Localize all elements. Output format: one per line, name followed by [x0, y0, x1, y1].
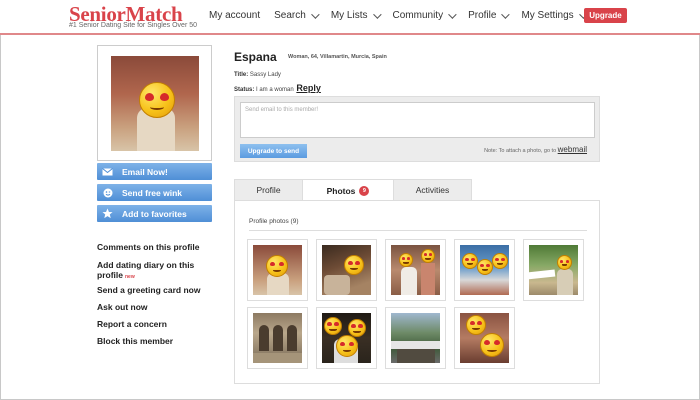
nav-label: My Settings — [521, 10, 574, 21]
button-label: Send free wink — [122, 187, 182, 198]
photo-thumbnail[interactable] — [523, 239, 584, 301]
star-icon — [101, 207, 114, 220]
chevron-down-icon — [501, 9, 511, 19]
chevron-down-icon — [310, 9, 320, 19]
profile-photo[interactable] — [111, 56, 199, 151]
email-message-input[interactable] — [240, 102, 595, 138]
heart-eyes-emoji-icon — [348, 319, 366, 337]
greeting-card-link[interactable]: Send a greeting card now — [97, 285, 200, 295]
nav-label: My account — [209, 10, 261, 21]
note-text: Note: To attach a photo, go to — [484, 148, 557, 154]
new-badge: new — [124, 274, 135, 280]
button-label: Add to favorites — [122, 208, 187, 219]
heart-eyes-emoji-icon — [266, 255, 288, 277]
nav-community[interactable]: Community — [392, 9, 457, 21]
photo-thumbnail[interactable] — [385, 307, 446, 369]
ask-out-link[interactable]: Ask out now — [97, 302, 148, 312]
tab-profile[interactable]: Profile — [234, 179, 303, 201]
photo-image — [460, 245, 509, 295]
add-favorites-button[interactable]: Add to favorites — [97, 205, 212, 222]
heart-eyes-emoji-icon — [480, 333, 504, 357]
webmail-link[interactable]: webmail — [558, 145, 587, 154]
heart-eyes-emoji-icon — [466, 315, 486, 335]
photos-panel: Profile photos (9) — [234, 200, 600, 384]
photo-image — [391, 313, 440, 363]
nav-label: Search — [274, 10, 306, 21]
photos-heading: Profile photos (9) — [249, 218, 299, 225]
nav-profile[interactable]: Profile — [468, 9, 511, 21]
heart-eyes-emoji-icon — [421, 249, 435, 263]
photo-image — [253, 313, 302, 363]
button-label: Email Now! — [122, 166, 168, 177]
photo-thumbnail[interactable] — [454, 307, 515, 369]
upgrade-to-send-button[interactable]: Upgrade to send — [240, 144, 307, 158]
heart-eyes-emoji-icon — [477, 259, 493, 275]
heart-eyes-emoji-icon — [557, 255, 572, 270]
photo-thumbnail[interactable] — [385, 239, 446, 301]
dating-diary-link[interactable]: Add dating diary on this profile new — [97, 260, 194, 280]
tab-label: Photos — [326, 185, 356, 196]
block-member-link[interactable]: Block this member — [97, 336, 173, 346]
chevron-down-icon — [448, 9, 457, 19]
tab-label: Profile — [256, 185, 281, 195]
heart-eyes-emoji-icon — [324, 317, 342, 335]
title-value: Sassy Lady — [249, 72, 281, 78]
comments-link[interactable]: Comments on this profile — [97, 242, 199, 252]
email-compose-panel: Upgrade to send Note: To attach a photo,… — [234, 96, 600, 162]
divider — [249, 230, 587, 231]
nav-my-lists[interactable]: My Lists — [330, 9, 382, 21]
attach-note: Note: To attach a photo, go to webmail — [484, 145, 587, 154]
photo-thumbnail[interactable] — [247, 307, 308, 369]
photo-thumbnail[interactable] — [316, 239, 377, 301]
envelope-icon — [101, 165, 114, 178]
nav-label: Community — [392, 10, 444, 21]
status-label: Status: — [234, 87, 255, 93]
link-label-2: profile — [97, 270, 123, 280]
heart-eyes-emoji-icon — [344, 255, 364, 275]
link-label: Add dating diary on this — [97, 260, 195, 270]
profile-tabs: Profile Photos 9 Activities — [234, 179, 600, 202]
tab-label: Activities — [415, 185, 450, 195]
nav-my-settings[interactable]: My Settings — [521, 9, 588, 21]
profile-status: Status: I am a woman Reply — [234, 83, 321, 93]
photo-image — [322, 245, 371, 295]
photo-count-badge: 9 — [359, 185, 370, 196]
heart-eyes-emoji-icon — [462, 253, 478, 269]
photo-thumbnail[interactable] — [247, 239, 308, 301]
wink-icon — [101, 186, 114, 199]
tab-photos[interactable]: Photos 9 — [302, 179, 394, 202]
heart-eyes-emoji-icon — [139, 82, 175, 118]
tab-activities[interactable]: Activities — [393, 179, 472, 201]
heart-eyes-emoji-icon — [336, 335, 358, 357]
status-value: I am a woman — [256, 87, 294, 93]
main-nav: My account Search My Lists Community Pro… — [209, 9, 599, 21]
profile-name: Espana — [234, 50, 277, 64]
photo-image — [391, 245, 440, 295]
nav-label: Profile — [468, 10, 497, 21]
photo-image — [460, 313, 509, 363]
photo-image — [253, 245, 302, 295]
profile-title: Title: Sassy Lady — [234, 72, 281, 78]
site-header: SeniorMatch #1 Senior Dating Site for Si… — [0, 0, 700, 35]
photo-thumbnail[interactable] — [316, 307, 377, 369]
profile-photo-frame — [97, 45, 212, 161]
send-wink-button[interactable]: Send free wink — [97, 184, 212, 201]
photo-thumbnail[interactable] — [454, 239, 515, 301]
chevron-down-icon — [372, 9, 382, 19]
email-now-button[interactable]: Email Now! — [97, 163, 212, 180]
nav-label: My Lists — [330, 10, 368, 21]
reply-link[interactable]: Reply — [296, 83, 321, 93]
heart-eyes-emoji-icon — [399, 253, 413, 267]
upgrade-button[interactable]: Upgrade — [584, 8, 627, 23]
photo-image — [529, 245, 578, 295]
report-concern-link[interactable]: Report a concern — [97, 319, 167, 329]
nav-search[interactable]: Search — [274, 9, 320, 21]
photo-image — [322, 313, 371, 363]
nav-my-account[interactable]: My account — [209, 10, 260, 21]
site-tagline: #1 Senior Dating Site for Singles Over 5… — [69, 22, 198, 29]
profile-meta: Woman, 64, Villamartin, Murcia, Spain — [288, 54, 387, 60]
heart-eyes-emoji-icon — [492, 253, 508, 269]
title-label: Title: — [234, 72, 249, 78]
